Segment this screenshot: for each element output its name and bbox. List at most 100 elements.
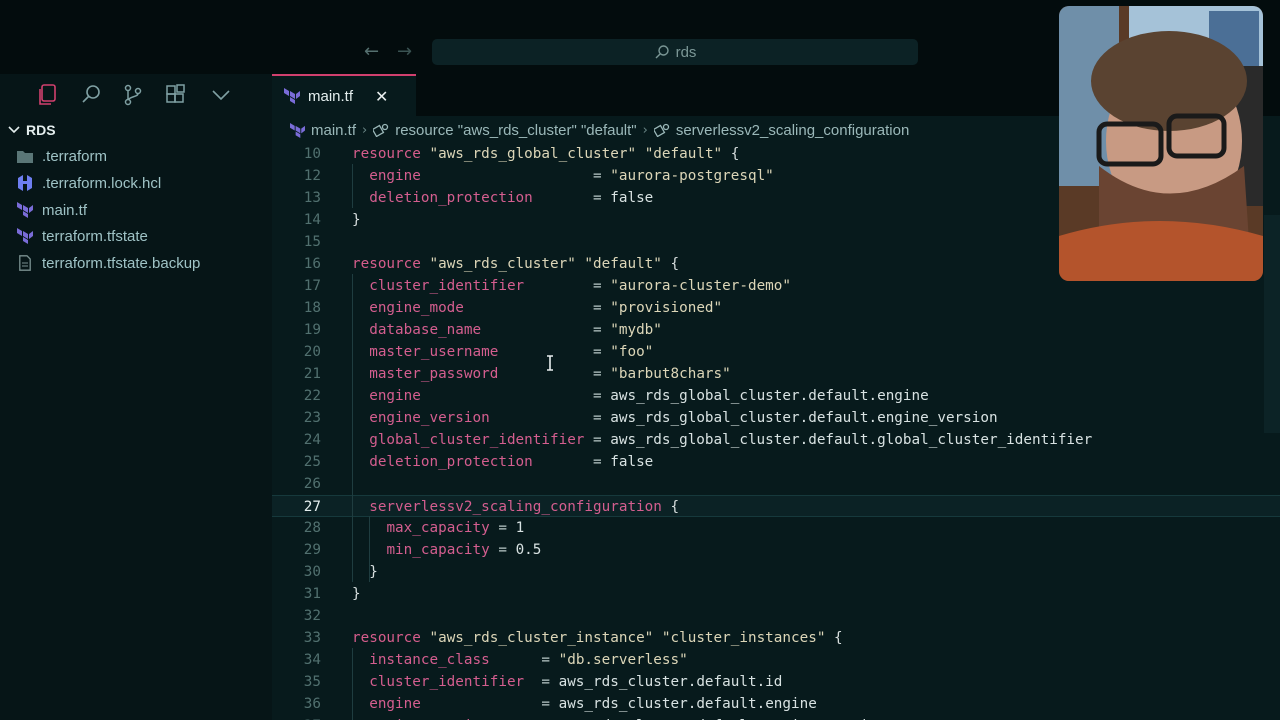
code-line[interactable]: 23 engine_version = aws_rds_global_clust… — [272, 407, 1280, 429]
search-query: rds — [675, 43, 697, 61]
code-text: instance_class = "db.serverless" — [369, 652, 688, 668]
line-number: 13 — [303, 190, 321, 206]
code-text: } — [352, 586, 361, 602]
code-text: resource "aws_rds_global_cluster" "defau… — [352, 146, 740, 162]
code-text: engine = aws_rds_global_cluster.default.… — [369, 388, 929, 404]
forward-arrow-icon[interactable]: → — [397, 40, 412, 64]
code-text: master_username = "foo" — [369, 344, 654, 360]
line-number: 22 — [303, 388, 321, 404]
terraform-icon — [16, 201, 34, 219]
explorer-sidebar — [0, 74, 272, 720]
code-text: resource "aws_rds_cluster" "default" { — [352, 256, 680, 272]
source-control-icon[interactable] — [123, 84, 143, 106]
code-line[interactable]: 31} — [272, 583, 1280, 605]
symbol-icon — [373, 123, 389, 137]
file-item-terraform-folder[interactable]: .terraform — [16, 145, 107, 167]
code-line[interactable]: 18 engine_mode = "provisioned" — [272, 297, 1280, 319]
code-text: resource "aws_rds_cluster_instance" "clu… — [352, 630, 843, 646]
indent-guide — [352, 164, 353, 208]
file-item-lock-hcl[interactable]: .terraform.lock.hcl — [16, 172, 161, 194]
explorer-icon[interactable] — [37, 84, 57, 106]
line-number: 26 — [303, 476, 321, 492]
line-number: 36 — [303, 696, 321, 712]
line-number: 34 — [303, 652, 321, 668]
line-number: 24 — [303, 432, 321, 448]
code-line[interactable]: 20 master_username = "foo" — [272, 341, 1280, 363]
code-text: database_name = "mydb" — [369, 322, 662, 338]
code-line[interactable]: 36 engine = aws_rds_cluster.default.engi… — [272, 693, 1280, 715]
code-text: } — [369, 564, 378, 580]
code-text: master_password = "barbut8chars" — [369, 366, 731, 382]
code-line[interactable]: 24 global_cluster_identifier = aws_rds_g… — [272, 429, 1280, 451]
chevron-down-icon[interactable] — [211, 88, 231, 102]
breadcrumb-item-block[interactable]: serverlessv2_scaling_configuration — [676, 122, 909, 139]
code-line[interactable]: 33 resource "aws_rds_cluster_instance" "c… — [272, 627, 1280, 649]
code-text: engine_version = aws_rds_global_cluster.… — [369, 410, 998, 426]
code-line[interactable]: 26 — [272, 473, 1280, 495]
line-number: 14 — [303, 212, 321, 228]
search-activity-icon[interactable] — [81, 84, 101, 104]
close-icon[interactable]: ✕ — [375, 87, 388, 106]
file-item-main-tf[interactable]: main.tf — [16, 199, 87, 221]
line-number: 19 — [303, 322, 321, 338]
file-icon — [16, 254, 34, 272]
line-number: 27 — [303, 499, 321, 515]
explorer-root-folder[interactable]: RDS — [8, 121, 56, 139]
code-text: cluster_identifier = "aurora-cluster-dem… — [369, 278, 792, 294]
vertical-scrollbar[interactable] — [1264, 215, 1280, 433]
file-label: terraform.tfstate.backup — [42, 254, 201, 272]
code-text: } — [352, 212, 361, 228]
code-line[interactable]: 28 max_capacity = 1 — [272, 517, 1280, 539]
code-text: max_capacity = 1 — [386, 520, 525, 536]
file-item-tfstate[interactable]: terraform.tfstate — [16, 225, 148, 247]
line-number: 16 — [303, 256, 321, 272]
code-text: cluster_identifier = aws_rds_cluster.def… — [369, 674, 783, 690]
chevron-right-icon: › — [642, 122, 648, 138]
code-text: deletion_protection = false — [369, 190, 654, 206]
breadcrumb-item-resource[interactable]: resource "aws_rds_cluster" "default" — [395, 122, 636, 139]
code-text: global_cluster_identifier = aws_rds_glob… — [369, 432, 1093, 448]
code-line[interactable]: 34 instance_class = "db.serverless" — [272, 649, 1280, 671]
line-number: 21 — [303, 366, 321, 382]
code-line[interactable]: 32 — [272, 605, 1280, 627]
symbol-icon — [653, 123, 670, 137]
file-label: terraform.tfstate — [42, 227, 148, 245]
breadcrumb-item-file[interactable]: main.tf — [311, 122, 356, 139]
line-number: 20 — [303, 344, 321, 360]
tab-main-tf[interactable]: main.tf ✕ — [272, 74, 416, 116]
search-icon — [655, 45, 669, 59]
line-number: 17 — [303, 278, 321, 294]
code-text: engine = aws_rds_cluster.default.engine — [369, 696, 817, 712]
code-text: serverlessv2_scaling_configuration { — [369, 499, 680, 515]
file-item-tfstate-backup[interactable]: terraform.tfstate.backup — [16, 252, 200, 274]
breadcrumb: main.tf › resource "aws_rds_cluster" "de… — [290, 120, 909, 140]
code-line[interactable]: 19 database_name = "mydb" — [272, 319, 1280, 341]
code-line[interactable]: 30 } — [272, 561, 1280, 583]
line-number: 15 — [303, 234, 321, 250]
back-arrow-icon[interactable]: ← — [364, 40, 379, 64]
code-line[interactable]: 37 engine_version = aws_rds_cluster.defa… — [272, 715, 1280, 720]
indent-guide — [352, 648, 353, 720]
code-text: engine_version = aws_rds_cluster.default… — [352, 715, 885, 720]
line-number: 30 — [303, 564, 321, 580]
code-line[interactable]: 21 master_password = "barbut8chars" — [272, 363, 1280, 385]
webcam-overlay — [1059, 6, 1263, 281]
hcl-icon — [16, 174, 34, 192]
code-line[interactable]: 29 min_capacity = 0.5 — [272, 539, 1280, 561]
extensions-icon[interactable] — [165, 84, 187, 106]
code-line[interactable]: 25 deletion_protection = false — [272, 451, 1280, 473]
code-line[interactable]: 35 cluster_identifier = aws_rds_cluster.… — [272, 671, 1280, 693]
line-number: 12 — [303, 168, 321, 184]
line-number: 37 — [272, 715, 321, 720]
file-label: main.tf — [42, 201, 88, 219]
folder-icon — [16, 147, 34, 165]
code-line[interactable]: 27 serverlessv2_scaling_configuration { — [272, 495, 1280, 517]
terraform-icon — [284, 88, 300, 104]
terraform-icon — [290, 122, 305, 138]
chevron-down-icon — [8, 126, 20, 134]
line-number: 31 — [303, 586, 321, 602]
line-number: 32 — [303, 608, 321, 624]
command-center-search[interactable]: rds — [432, 39, 918, 65]
line-number: 23 — [303, 410, 321, 426]
code-line[interactable]: 22 engine = aws_rds_global_cluster.defau… — [272, 385, 1280, 407]
